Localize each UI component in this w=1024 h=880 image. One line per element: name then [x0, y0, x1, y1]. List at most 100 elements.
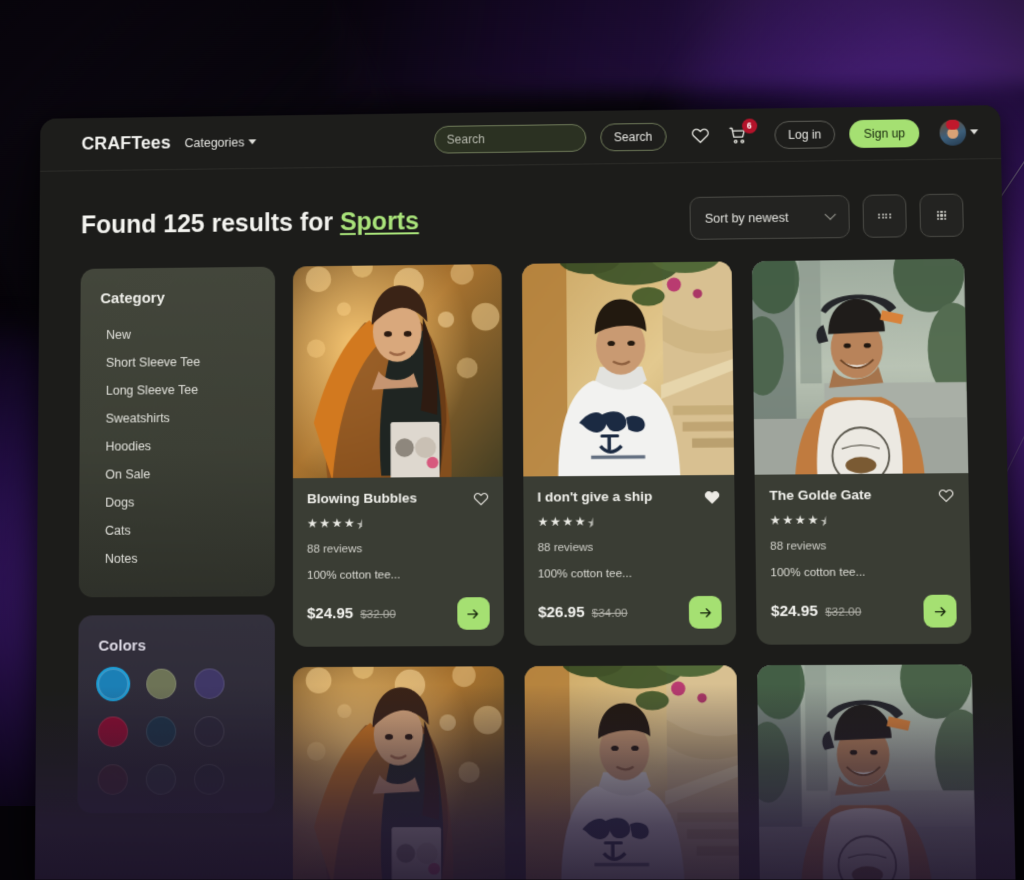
- star-half: ⯨: [587, 514, 594, 535]
- product-add-button[interactable]: [689, 596, 722, 629]
- nav-categories[interactable]: Categories: [185, 135, 257, 150]
- heart-icon: [690, 126, 709, 145]
- colors-panel-title: Colors: [98, 637, 254, 655]
- product-header: The Golde Gate: [769, 486, 954, 505]
- content-area: Category NewShort Sleeve TeeLong Sleeve …: [77, 259, 977, 880]
- color-swatch-maroon[interactable]: [98, 764, 128, 795]
- grid-square-icon: [937, 211, 947, 221]
- wishlist-heart-icon[interactable]: [938, 487, 955, 503]
- grid-wide-icon: [878, 213, 891, 219]
- category-item-short-sleeve-tee[interactable]: Short Sleeve Tee: [100, 347, 255, 376]
- product-rating: ★★★★⯨: [537, 514, 721, 537]
- star-full: ★: [537, 515, 549, 536]
- category-item-long-sleeve-tee[interactable]: Long Sleeve Tee: [100, 375, 255, 404]
- product-card[interactable]: I don't give a ship ★★★★⯨ 88 reviews 100…: [522, 261, 737, 645]
- brand-logo-upper: CRAFT: [81, 133, 140, 153]
- avatar: [939, 119, 966, 145]
- page-title-keyword[interactable]: Sports: [340, 207, 419, 236]
- product-price-row: $24.95 $32.00: [771, 595, 957, 629]
- product-price: $24.95: [771, 603, 818, 621]
- login-button[interactable]: Log in: [774, 120, 836, 149]
- product-image[interactable]: [293, 666, 505, 879]
- product-title: I don't give a ship: [537, 489, 652, 506]
- sort-select-label: Sort by newest: [705, 210, 789, 225]
- product-card[interactable]: The Golde Gate ★★★★⯨ 88 reviews 100% cot…: [752, 259, 971, 645]
- toolbar-right: Sort by newest: [689, 194, 963, 240]
- page-title-prefix: Found 125 results for: [81, 208, 340, 239]
- product-review-count: 88 reviews: [538, 541, 722, 554]
- wishlist-heart-icon[interactable]: [473, 491, 489, 507]
- product-price: $26.95: [538, 604, 585, 622]
- category-item-sweatshirts[interactable]: Sweatshirts: [100, 403, 255, 432]
- category-item-dogs[interactable]: Dogs: [99, 488, 255, 517]
- color-swatch-blank[interactable]: [194, 764, 224, 795]
- view-toggle-grid[interactable]: [919, 194, 964, 238]
- product-card[interactable]: [293, 666, 505, 879]
- category-item-hoodies[interactable]: Hoodies: [99, 431, 255, 460]
- product-price-row: $26.95$34.00: [538, 596, 722, 630]
- product-card[interactable]: [524, 665, 740, 879]
- product-old-price: $32.00: [360, 609, 396, 621]
- color-swatch-grid: [98, 668, 255, 795]
- category-item-notes[interactable]: Notes: [99, 544, 255, 573]
- star-half: ⯨: [356, 516, 363, 537]
- product-price: $24.95: [307, 605, 353, 622]
- product-image[interactable]: [522, 261, 735, 476]
- browser-window-wrapper: CRAFTees Categories Search 6 Log in Sign…: [36, 112, 996, 872]
- color-swatch-navy[interactable]: [146, 716, 176, 747]
- star-full: ★: [562, 515, 574, 536]
- account-menu[interactable]: [939, 119, 978, 145]
- view-toggle-compact[interactable]: [862, 194, 906, 238]
- color-swatch-olive[interactable]: [146, 669, 176, 700]
- category-item-cats[interactable]: Cats: [99, 516, 255, 545]
- product-card[interactable]: [757, 664, 976, 879]
- product-review-count: 88 reviews: [770, 539, 955, 552]
- nav-categories-label: Categories: [185, 135, 245, 150]
- product-old-price: $32.00: [825, 606, 861, 618]
- results-toolbar: Found 125 results for Sports Sort by new…: [81, 160, 965, 269]
- arrow-right-icon: [698, 605, 713, 620]
- brand-logo[interactable]: CRAFTees: [81, 133, 170, 155]
- search-input[interactable]: [434, 123, 586, 153]
- color-swatch-slate[interactable]: [146, 764, 176, 795]
- category-item-on-sale[interactable]: On Sale: [99, 459, 255, 488]
- product-image[interactable]: [752, 259, 968, 475]
- page-title: Found 125 results for Sports: [81, 207, 419, 240]
- product-description: 100% cotton tee...: [770, 566, 956, 579]
- color-swatch-crimson[interactable]: [98, 716, 128, 747]
- product-description: 100% cotton tee...: [538, 567, 722, 580]
- product-image[interactable]: [293, 264, 503, 478]
- wishlist-button[interactable]: [690, 126, 709, 145]
- category-list: NewShort Sleeve TeeLong Sleeve TeeSweats…: [99, 320, 255, 573]
- category-item-new[interactable]: New: [100, 320, 255, 349]
- sort-select[interactable]: Sort by newest: [689, 195, 849, 240]
- product-rating: ★★★★⯨: [770, 512, 955, 535]
- signup-button[interactable]: Sign up: [849, 119, 919, 148]
- color-swatch-purple[interactable]: [194, 668, 224, 699]
- product-image[interactable]: [757, 664, 976, 879]
- star-full: ★: [575, 514, 587, 535]
- color-swatch-empty[interactable]: [194, 716, 224, 747]
- star-full: ★: [319, 516, 330, 537]
- product-price-group: $24.95 $32.00: [307, 605, 396, 624]
- product-add-button[interactable]: [457, 597, 490, 630]
- product-add-button[interactable]: [923, 595, 957, 628]
- category-panel-title: Category: [100, 289, 255, 308]
- product-description: 100% cotton tee...: [307, 569, 489, 582]
- wishlist-heart-icon[interactable]: [704, 489, 720, 505]
- cart-button[interactable]: 6: [728, 125, 748, 145]
- star-half: ⯨: [820, 513, 827, 534]
- chevron-down-icon: [248, 139, 256, 144]
- product-price-group: $26.95$34.00: [538, 604, 628, 623]
- product-grid: Blowing Bubbles ★★★★⯨ 88 reviews 100% co…: [293, 259, 977, 880]
- color-swatch-blue[interactable]: [98, 669, 128, 700]
- star-full: ★: [307, 516, 318, 537]
- chevron-down-icon: [825, 208, 836, 219]
- product-card[interactable]: Blowing Bubbles ★★★★⯨ 88 reviews 100% co…: [293, 264, 504, 647]
- page-content: Found 125 results for Sports Sort by new…: [35, 159, 1016, 880]
- search-button[interactable]: Search: [600, 122, 667, 151]
- category-filter-panel: Category NewShort Sleeve TeeLong Sleeve …: [79, 267, 275, 598]
- product-image[interactable]: [524, 665, 739, 879]
- star-full: ★: [807, 513, 819, 534]
- cart-count-badge: 6: [742, 118, 757, 133]
